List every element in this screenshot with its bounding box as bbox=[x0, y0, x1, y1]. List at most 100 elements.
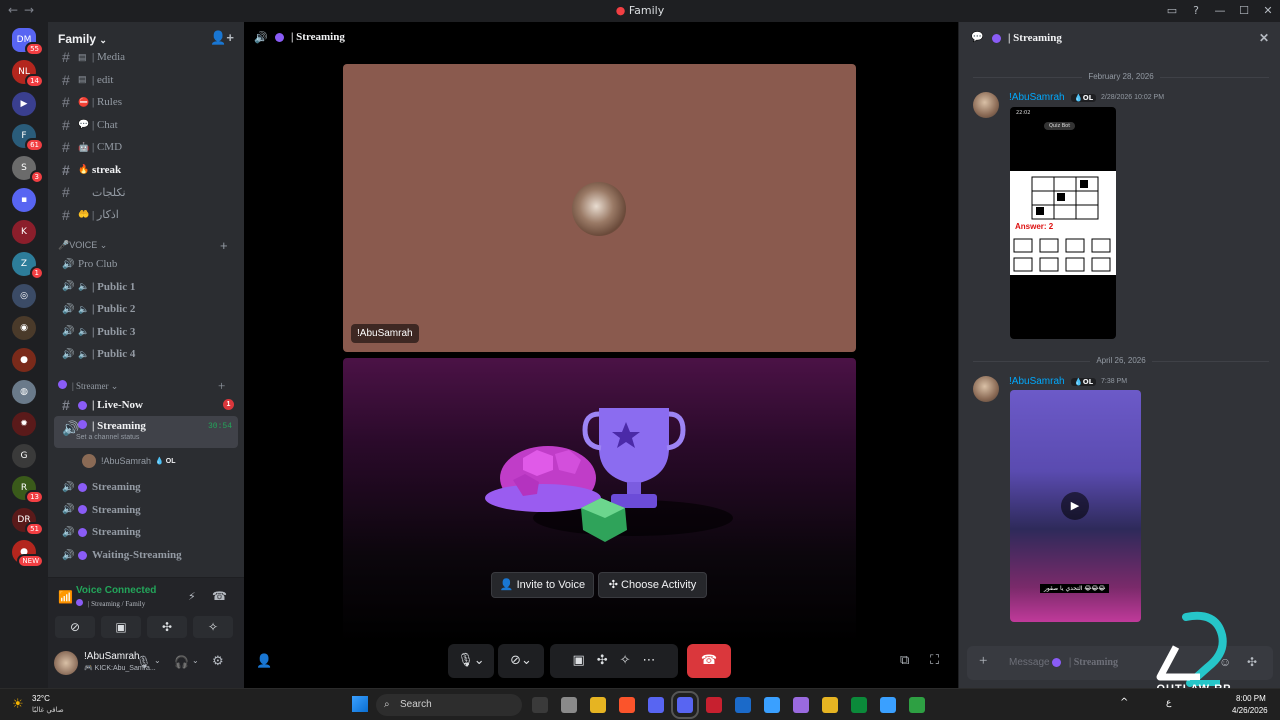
voice-channel-link[interactable]: | Streaming / Family bbox=[76, 599, 145, 608]
play-icon[interactable]: ▶ bbox=[1061, 492, 1089, 520]
avatar[interactable] bbox=[973, 92, 999, 118]
microphone-icon[interactable]: 🎙 bbox=[136, 655, 151, 669]
voice-channel-item[interactable]: 🔊 Streaming bbox=[54, 476, 238, 498]
gear-icon[interactable]: ⚙ bbox=[212, 654, 224, 669]
app-icon[interactable] bbox=[880, 697, 896, 713]
activities-button[interactable]: ✣ bbox=[147, 616, 187, 638]
invite-to-voice-button[interactable]: 👤 Invite to Voice bbox=[491, 572, 594, 598]
settings-icon[interactable] bbox=[561, 697, 577, 713]
choose-activity-button[interactable]: ✣ Choose Activity bbox=[598, 572, 707, 598]
server-icon[interactable]: ● NEW bbox=[12, 540, 44, 568]
add-attachment-icon[interactable]: + bbox=[979, 653, 987, 670]
obs-icon[interactable] bbox=[793, 697, 809, 713]
server-icon[interactable]: ● bbox=[12, 348, 36, 372]
help-icon[interactable]: ? bbox=[1184, 0, 1208, 22]
apps-icon[interactable]: ✣ bbox=[1247, 655, 1257, 670]
add-channel-icon[interactable]: + bbox=[218, 378, 225, 394]
screen-share-button[interactable]: ▣ bbox=[101, 616, 141, 638]
clock-time[interactable]: 8:00 PM bbox=[1236, 694, 1266, 703]
server-icon[interactable]: DR 51 bbox=[12, 508, 44, 536]
server-icon[interactable]: ▶ bbox=[12, 92, 36, 116]
video-attachment[interactable]: ▶ التحدي يا صقور 😂😂😂 bbox=[1010, 390, 1141, 622]
close-icon[interactable]: ✕ bbox=[1259, 31, 1269, 46]
channel-status-hint[interactable]: Set a channel status bbox=[76, 434, 139, 441]
server-icon[interactable]: F 61 bbox=[12, 124, 44, 152]
invite-people-icon[interactable]: 👤+ bbox=[210, 30, 234, 46]
app-icon[interactable] bbox=[706, 697, 722, 713]
language-indicator[interactable]: ع bbox=[1166, 698, 1171, 708]
participant-tile[interactable]: !AbuSamrah bbox=[343, 64, 856, 352]
clock-date[interactable]: 4/26/2026 bbox=[1232, 706, 1268, 715]
file-explorer-icon[interactable] bbox=[590, 697, 606, 713]
message-author[interactable]: !AbuSamrah bbox=[1009, 376, 1065, 387]
server-icon[interactable]: G bbox=[12, 444, 36, 468]
inbox-icon[interactable]: ▭ bbox=[1160, 0, 1184, 22]
channel-item[interactable]: # 💬 | Chat bbox=[54, 114, 238, 136]
minimize-button[interactable]: — bbox=[1208, 0, 1232, 22]
server-icon[interactable]: K bbox=[12, 220, 36, 244]
channel-live-now[interactable]: # | Live-Now 1 bbox=[54, 394, 238, 416]
server-icon[interactable]: R 13 bbox=[12, 476, 44, 504]
voice-channel-item[interactable]: 🔊 Pro Club bbox=[54, 253, 238, 275]
server-icon[interactable]: DM 55 bbox=[12, 28, 44, 56]
voice-channel-item[interactable]: 🔊 Streaming bbox=[54, 521, 238, 543]
windows-start-icon[interactable] bbox=[352, 696, 368, 712]
noise-suppression-icon[interactable]: ⚡ bbox=[188, 590, 196, 603]
maximize-button[interactable]: ☐ bbox=[1232, 0, 1256, 22]
voice-member[interactable]: !AbuSamrah 💧 OL bbox=[74, 450, 238, 472]
voice-category[interactable]: 🎤VOICE ⌄ + bbox=[58, 238, 228, 253]
channel-item[interactable]: # ⛔ | Rules bbox=[54, 91, 238, 113]
app-icon[interactable] bbox=[764, 697, 780, 713]
voice-channel-item[interactable]: 🔊 🔈 | Public 4 bbox=[54, 343, 238, 365]
server-icon[interactable]: Z1 bbox=[12, 252, 44, 280]
channel-item[interactable]: # ▤ | edit bbox=[54, 69, 238, 91]
chevron-down-icon[interactable]: ⌄ bbox=[154, 656, 161, 665]
server-icon[interactable]: ✹ bbox=[12, 412, 36, 436]
server-icon[interactable]: ◉ bbox=[12, 316, 36, 340]
voice-channel-item[interactable]: 🔊 🔈 | Public 2 bbox=[54, 298, 238, 320]
camera-off-button[interactable]: ⊘ bbox=[55, 616, 95, 638]
nvidia-icon[interactable] bbox=[851, 697, 867, 713]
weather-icon[interactable]: ☀ bbox=[12, 697, 24, 712]
add-channel-icon[interactable]: + bbox=[220, 238, 228, 253]
server-icon[interactable]: NL 14 bbox=[12, 60, 44, 88]
voice-channel-item[interactable]: 🔊 🔈 | Public 1 bbox=[54, 276, 238, 298]
server-icon[interactable]: ◍ bbox=[12, 380, 36, 404]
discord-ptb-icon[interactable] bbox=[671, 691, 699, 719]
soundboard-button[interactable]: ✧ bbox=[193, 616, 233, 638]
popout-icon[interactable]: ⧉ bbox=[900, 653, 909, 668]
server-icon[interactable]: ▪ bbox=[12, 188, 36, 212]
steam-icon[interactable] bbox=[735, 697, 751, 713]
discord-icon[interactable] bbox=[648, 697, 664, 713]
more-icon[interactable]: ⋯ bbox=[643, 653, 656, 668]
camera-button[interactable]: ⊘⌄ bbox=[498, 644, 544, 678]
image-attachment[interactable]: 22:02 Quiz Bot Answer: 2 bbox=[1010, 107, 1116, 339]
voice-channel-item[interactable]: 🔊 Streaming bbox=[54, 499, 238, 521]
message-author[interactable]: !AbuSamrah bbox=[1009, 92, 1065, 103]
add-user-icon[interactable]: 👤 bbox=[256, 654, 272, 669]
soundboard-icon[interactable]: ✧ bbox=[620, 653, 631, 668]
activities-icon[interactable]: ✣ bbox=[597, 653, 608, 668]
task-view-icon[interactable] bbox=[532, 697, 548, 713]
headphones-icon[interactable]: 🎧 bbox=[174, 655, 189, 669]
microphone-button[interactable]: 🎙⌄ bbox=[448, 644, 494, 678]
channel-item[interactable]: # 🤲 | اذكار bbox=[54, 204, 238, 226]
channel-item[interactable]: # نكلجات bbox=[54, 181, 238, 203]
close-window-button[interactable]: ✕ bbox=[1256, 0, 1280, 22]
tray-chevron-icon[interactable]: ^ bbox=[1120, 697, 1128, 708]
brave-icon[interactable] bbox=[619, 697, 635, 713]
server-icon[interactable]: ◎ bbox=[12, 284, 36, 308]
channel-streaming-active[interactable]: 🔊 | Streaming 30:54 Set a channel status bbox=[54, 416, 238, 448]
fullscreen-icon[interactable]: ⛶ bbox=[930, 653, 939, 668]
channel-item[interactable]: # 🔥 streak bbox=[54, 159, 238, 181]
server-icon[interactable]: S3 bbox=[12, 156, 44, 184]
avatar[interactable] bbox=[54, 651, 78, 675]
leave-call-button[interactable]: ☎ bbox=[687, 644, 731, 678]
channel-item[interactable]: # 🤖 | CMD bbox=[54, 136, 238, 158]
channel-item[interactable]: # ▤ | Media bbox=[54, 46, 238, 68]
chevron-down-icon[interactable]: ⌄ bbox=[192, 656, 199, 665]
streamer-category[interactable]: | Streamer ⌄ + bbox=[58, 378, 225, 393]
disconnect-icon[interactable]: ☎ bbox=[212, 589, 227, 603]
taskbar-search[interactable]: ⌕ Search bbox=[376, 694, 522, 716]
app-icon[interactable] bbox=[822, 697, 838, 713]
